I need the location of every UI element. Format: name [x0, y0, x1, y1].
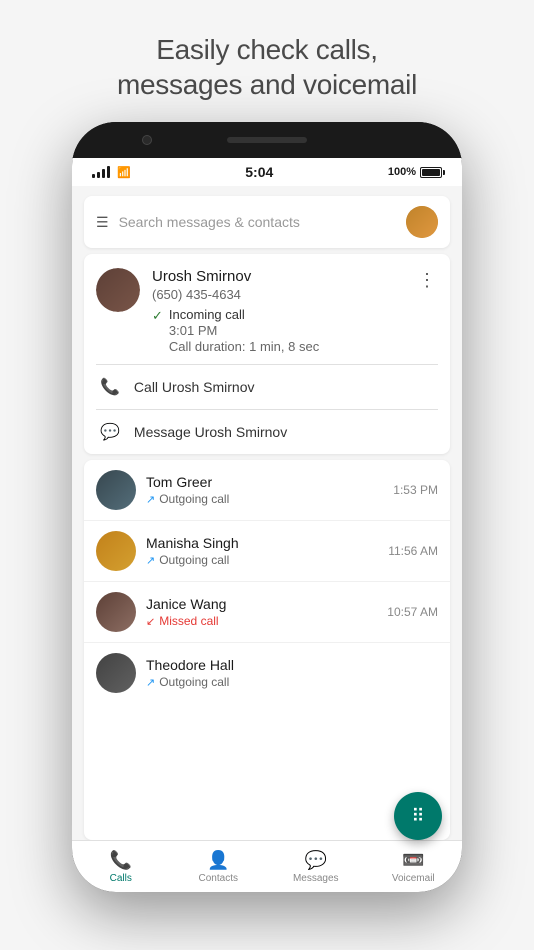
caller-name: Janice Wang [146, 596, 377, 612]
call-type-label: Outgoing call [159, 553, 229, 567]
status-time: 5:04 [245, 164, 273, 180]
status-right: 100% [388, 166, 442, 178]
phone-frame: 📶 5:04 100% ☰ Search messages & contacts [72, 122, 462, 892]
call-duration: Call duration: 1 min, 8 sec [169, 339, 319, 354]
user-avatar-img [406, 206, 438, 238]
signal-bars [92, 166, 110, 178]
call-time-stamp: 1:53 PM [393, 483, 438, 497]
caller-name: Tom Greer [146, 474, 383, 490]
call-type-label: Outgoing call [159, 492, 229, 506]
battery-percent: 100% [388, 166, 416, 178]
call-item-info: Janice Wang ↙ Missed call [146, 596, 377, 628]
list-item[interactable]: Theodore Hall ↗ Outgoing call [84, 643, 450, 703]
list-item[interactable]: Manisha Singh ↗ Outgoing call 11:56 AM [84, 521, 450, 582]
avatar-theodore [96, 653, 136, 693]
list-item[interactable]: Tom Greer ↗ Outgoing call 1:53 PM [84, 460, 450, 521]
nav-contacts[interactable]: 👤 Contacts [170, 844, 268, 890]
contact-avatar [96, 268, 140, 312]
contact-name: Urosh Smirnov [152, 268, 404, 285]
signal-bar-4 [107, 166, 110, 178]
voicemail-nav-icon: 📼 [402, 850, 424, 871]
phone-top [72, 122, 462, 158]
contact-avatar-img [96, 268, 140, 312]
call-type-label: Outgoing call [159, 675, 229, 689]
nav-messages[interactable]: 💬 Messages [267, 844, 365, 890]
page-header: Easily check calls,messages and voicemai… [77, 0, 457, 122]
call-item-info: Tom Greer ↗ Outgoing call [146, 474, 383, 506]
user-avatar[interactable] [406, 206, 438, 238]
calls-nav-label: Calls [110, 873, 132, 884]
menu-icon: ☰ [96, 214, 109, 231]
outgoing-icon: ↗ [146, 493, 155, 506]
fab-button[interactable]: ⠿ [394, 792, 442, 840]
status-left: 📶 [92, 166, 131, 179]
dialpad-icon: ⠿ [411, 806, 424, 827]
call-type-label: Missed call [159, 614, 218, 628]
signal-bar-3 [102, 169, 105, 178]
voicemail-nav-label: Voicemail [392, 873, 435, 884]
outgoing-icon: ↗ [146, 554, 155, 567]
call-list: Tom Greer ↗ Outgoing call 1:53 PM Manish… [84, 460, 450, 840]
search-placeholder: Search messages & contacts [119, 214, 406, 230]
contact-info: Urosh Smirnov (650) 435-4634 ✓ Incoming … [152, 268, 404, 356]
contact-number: (650) 435-4634 [152, 287, 404, 302]
call-time-stamp: 11:56 AM [388, 544, 438, 558]
nav-calls[interactable]: 📞 Calls [72, 844, 170, 890]
outgoing-icon: ↗ [146, 676, 155, 689]
contacts-nav-label: Contacts [199, 873, 238, 884]
avatar-manisha [96, 531, 136, 571]
call-action-label: Call Urosh Smirnov [134, 379, 255, 395]
call-action-button[interactable]: 📞 Call Urosh Smirnov [84, 365, 450, 409]
list-item[interactable]: Janice Wang ↙ Missed call 10:57 AM [84, 582, 450, 643]
call-time-stamp: 10:57 AM [387, 605, 438, 619]
battery-icon [420, 167, 442, 178]
avatar-tom [96, 470, 136, 510]
search-bar[interactable]: ☰ Search messages & contacts [84, 196, 450, 248]
call-item-info: Theodore Hall ↗ Outgoing call [146, 657, 428, 689]
call-type-row: ↗ Outgoing call [146, 492, 383, 506]
message-action-label: Message Urosh Smirnov [134, 424, 287, 440]
call-detail: ✓ Incoming call 3:01 PM Call duration: 1… [152, 307, 404, 354]
calls-nav-icon: 📞 [110, 850, 132, 871]
call-type-row: ↗ Outgoing call [146, 553, 378, 567]
contact-card: Urosh Smirnov (650) 435-4634 ✓ Incoming … [84, 254, 450, 454]
wifi-icon: 📶 [117, 166, 131, 179]
bottom-nav: 📞 Calls 👤 Contacts 💬 Messages 📼 Voicemai… [72, 840, 462, 892]
phone-icon: 📞 [100, 377, 120, 397]
messages-nav-icon: 💬 [305, 850, 327, 871]
missed-icon: ↙ [146, 615, 155, 628]
phone-speaker [227, 137, 307, 143]
incoming-call-icon: ✓ [152, 308, 163, 324]
call-type-row: ↙ Missed call [146, 614, 377, 628]
battery-fill [422, 169, 440, 176]
call-type-row: ↗ Outgoing call [146, 675, 428, 689]
message-icon: 💬 [100, 422, 120, 442]
message-action-button[interactable]: 💬 Message Urosh Smirnov [84, 410, 450, 454]
call-detail-text: Incoming call 3:01 PM Call duration: 1 m… [169, 307, 319, 354]
messages-nav-label: Messages [293, 873, 339, 884]
call-time: 3:01 PM [169, 323, 319, 338]
caller-name: Theodore Hall [146, 657, 428, 673]
call-type: Incoming call [169, 307, 319, 322]
phone-camera [142, 135, 152, 145]
app-content: ☰ Search messages & contacts Urosh Smirn… [72, 186, 462, 840]
nav-voicemail[interactable]: 📼 Voicemail [365, 844, 463, 890]
caller-name: Manisha Singh [146, 535, 378, 551]
more-options-icon[interactable]: ⋮ [416, 268, 438, 293]
signal-bar-2 [97, 172, 100, 178]
signal-bar-1 [92, 174, 95, 178]
contacts-nav-icon: 👤 [207, 850, 229, 871]
call-item-info: Manisha Singh ↗ Outgoing call [146, 535, 378, 567]
avatar-janice [96, 592, 136, 632]
contact-card-header: Urosh Smirnov (650) 435-4634 ✓ Incoming … [84, 254, 450, 364]
status-bar: 📶 5:04 100% [72, 158, 462, 186]
